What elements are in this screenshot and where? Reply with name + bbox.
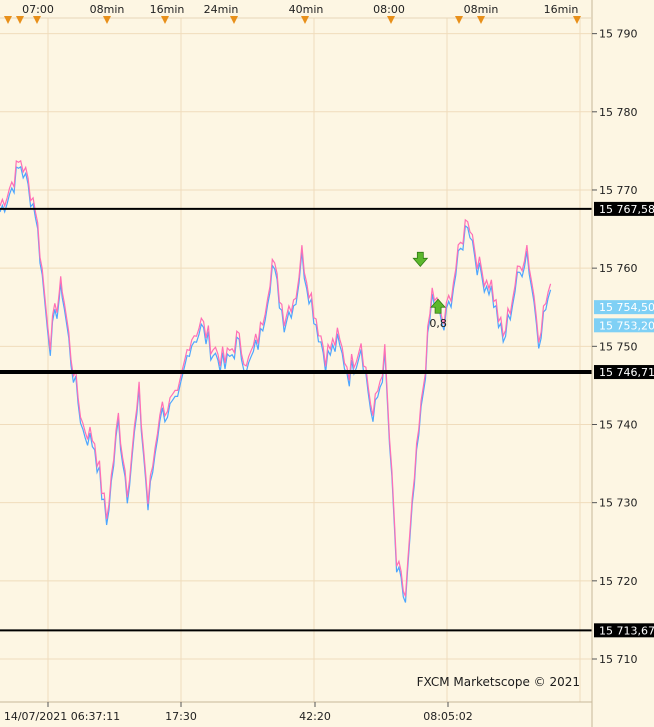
bottom-time-label: 08:05:02 [423,710,472,723]
y-tick-label: 15 730 [599,497,638,510]
top-time-label: 08:00 [373,3,405,16]
y-tick-label: 15 720 [599,575,638,588]
top-time-label: 07:00 [22,3,54,16]
level-label: 15 767,58 [599,203,654,216]
top-time-label: 08min [90,3,125,16]
y-tick-label: 15 760 [599,262,638,275]
top-time-label: 40min [289,3,324,16]
buy-arrow-label: 0,8 [429,317,447,330]
y-tick-label: 15 740 [599,418,638,431]
y-tick-label: 15 790 [599,28,638,41]
top-time-label: 16min [150,3,185,16]
level-label: 15 713,67 [599,624,654,637]
y-tick-label: 15 750 [599,340,638,353]
top-time-label: 24min [204,3,239,16]
bottom-time-label: 17:30 [165,710,197,723]
bottom-time-label: 14/07/2021 06:37:11 [4,710,120,723]
top-time-label: 16min [544,3,579,16]
current-price-label: 15 754,50 [599,301,654,314]
price-chart[interactable]: 15 767,58 15 746,71 15 713,67 15 754,50 15 7… [0,0,654,727]
top-time-label: 08min [464,3,499,16]
watermark: FXCM Marketscope © 2021 [417,675,580,689]
y-tick-label: 15 770 [599,184,638,197]
y-tick-label: 15 780 [599,106,638,119]
y-tick-label: 15 710 [599,653,638,666]
bottom-time-label: 42:20 [299,710,331,723]
level-label: 15 746,71 [599,366,654,379]
current-price-label: 15 753,20 [599,319,654,332]
